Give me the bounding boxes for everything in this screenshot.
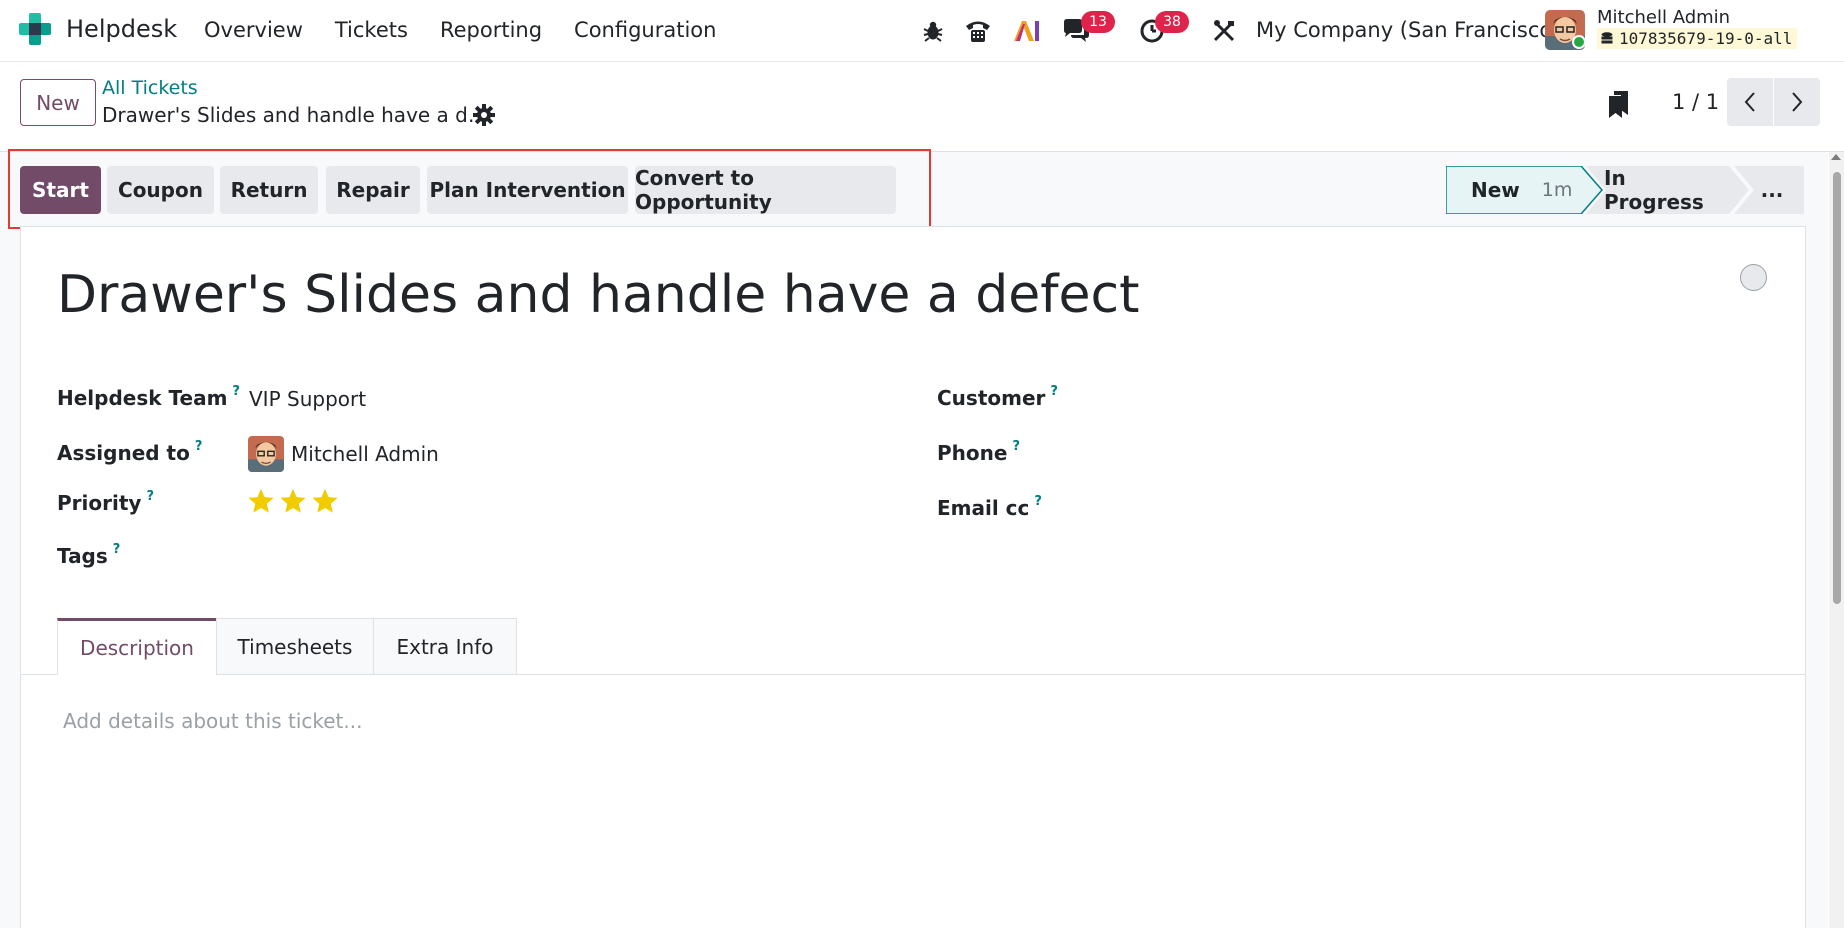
stage-more-button[interactable]: ... [1752, 166, 1792, 214]
assignee-avatar [248, 436, 284, 472]
user-name[interactable]: Mitchell Admin [1597, 7, 1730, 28]
menu-item-configuration[interactable]: Configuration [574, 18, 716, 42]
gear-icon[interactable] [473, 104, 495, 126]
tab-timesheets[interactable]: Timesheets [216, 618, 374, 675]
assigned-to-field[interactable]: Mitchell Admin [291, 442, 439, 466]
help-icon[interactable]: ? [1012, 439, 1020, 454]
stage-new-label: New [1471, 178, 1520, 202]
online-status-icon [1572, 35, 1586, 49]
ticket-title[interactable]: Drawer's Slides and handle have a defect [57, 265, 1140, 325]
tools-icon[interactable] [1209, 16, 1239, 46]
breadcrumb-current-record: Drawer's Slides and handle have a d… [102, 103, 488, 127]
helpdesk-logo-icon [19, 13, 51, 45]
help-icon[interactable]: ? [113, 542, 121, 557]
menu-item-reporting[interactable]: Reporting [440, 18, 542, 42]
tags-label-text: Tags [57, 544, 108, 568]
priority-label: Priority? [57, 489, 154, 515]
priority-label-text: Priority [57, 491, 142, 515]
phone-label: Phone? [937, 439, 1020, 465]
chat-count-badge: 13 [1081, 11, 1115, 33]
help-icon[interactable]: ? [232, 384, 240, 399]
company-switcher[interactable]: My Company (San Francisco) [1256, 18, 1560, 42]
help-icon[interactable]: ? [1034, 494, 1042, 509]
menu-item-tickets[interactable]: Tickets [335, 18, 408, 42]
form-sheet [20, 226, 1806, 928]
assigned-to-label: Assigned to? [57, 439, 203, 465]
tags-label: Tags? [57, 542, 121, 568]
debug-bug-icon[interactable] [918, 16, 948, 46]
scrollbar-thumb[interactable] [1833, 172, 1841, 604]
app-name[interactable]: Helpdesk [66, 15, 177, 43]
menu-item-overview[interactable]: Overview [204, 18, 303, 42]
stage-in-progress[interactable]: In Progress [1604, 166, 1724, 214]
breadcrumb-all-tickets[interactable]: All Tickets [102, 77, 198, 99]
email-cc-label: Email cc? [937, 494, 1042, 520]
database-name-text: 107835679-19-0-all [1619, 29, 1793, 48]
help-icon[interactable]: ? [195, 439, 203, 454]
new-ticket-button[interactable]: New [20, 79, 96, 126]
chevron-left-icon [1744, 92, 1755, 112]
database-name: 107835679-19-0-all [1597, 28, 1798, 49]
action-buttons-highlight [8, 149, 931, 229]
customer-label-text: Customer [937, 386, 1046, 410]
kanban-state-toggle[interactable] [1740, 264, 1767, 291]
tab-description[interactable]: Description [57, 618, 217, 675]
phone-label-text: Phone [937, 441, 1008, 465]
main-menu: Overview Tickets Reporting Configuration [204, 18, 716, 42]
activity-count-badge: 38 [1155, 11, 1189, 33]
helpdesk-team-field[interactable]: VIP Support [249, 387, 366, 411]
tab-extra-info[interactable]: Extra Info [373, 618, 517, 675]
scroll-up-arrow-icon[interactable] [1831, 154, 1841, 160]
pager-next-button[interactable] [1774, 78, 1820, 126]
bookmarks-icon[interactable] [1606, 89, 1632, 119]
ai-icon[interactable] [1011, 16, 1041, 46]
app-brand[interactable]: Helpdesk [18, 12, 177, 46]
chevron-right-icon [1792, 92, 1803, 112]
customer-label: Customer? [937, 384, 1058, 410]
priority-star-icon[interactable] [247, 487, 275, 515]
description-editor[interactable]: Add details about this ticket... [63, 709, 362, 733]
help-icon[interactable]: ? [146, 489, 154, 504]
assigned-to-label-text: Assigned to [57, 441, 190, 465]
pager-value[interactable]: 1 / 1 [1672, 90, 1719, 114]
stage-new-duration: 1m [1541, 179, 1573, 201]
priority-star-icon[interactable] [311, 487, 339, 515]
phone-icon[interactable] [963, 16, 993, 46]
top-navbar: Helpdesk Overview Tickets Reporting Conf… [0, 0, 1844, 62]
helpdesk-team-label: Helpdesk Team? [57, 384, 240, 410]
database-icon [1601, 31, 1613, 43]
priority-star-icon[interactable] [279, 487, 307, 515]
stage-new[interactable]: New 1m [1471, 166, 1572, 214]
helpdesk-team-label-text: Helpdesk Team [57, 386, 228, 410]
pager-previous-button[interactable] [1727, 78, 1773, 126]
help-icon[interactable]: ? [1050, 384, 1058, 399]
email-cc-label-text: Email cc [937, 496, 1030, 520]
